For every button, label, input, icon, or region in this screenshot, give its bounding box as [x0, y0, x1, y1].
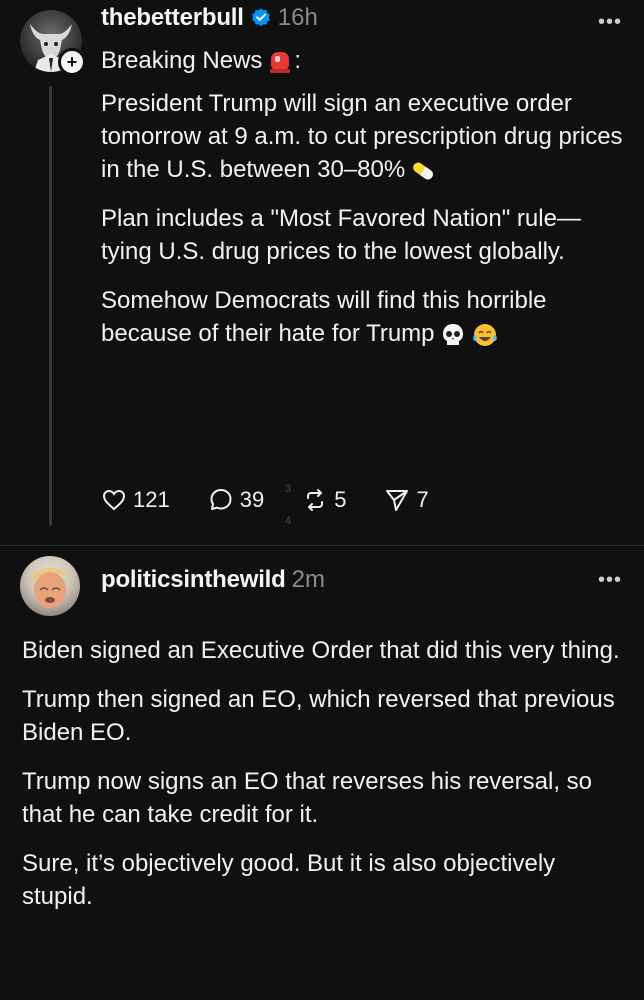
reply-count: 39	[239, 487, 265, 512]
skull-emoji-icon	[439, 321, 467, 349]
tears-of-joy-emoji-icon	[471, 321, 499, 349]
send-icon	[386, 490, 409, 511]
pill-emoji-icon	[409, 157, 437, 185]
post-paragraph: Plan includes a "Most Favored Nation" ru…	[101, 205, 581, 265]
more-options-button[interactable]: •••	[598, 12, 622, 32]
repost-count: 5	[334, 487, 347, 512]
comment-icon	[210, 489, 232, 510]
share-count: 7	[416, 487, 429, 512]
divider	[0, 545, 644, 546]
reply-body: Biden signed an Executive Order that did…	[22, 634, 622, 929]
post-paragraph: Somehow Democrats will find this horribl…	[101, 287, 547, 349]
thread-line	[49, 86, 52, 526]
share-button[interactable]: 7	[384, 487, 429, 513]
like-button[interactable]: 121	[101, 487, 170, 513]
stray-digit: 3	[285, 483, 292, 495]
avatar[interactable]	[20, 556, 80, 616]
verified-badge-icon	[251, 8, 270, 27]
reply-paragraph: Trump now signs an EO that reverses his …	[22, 768, 592, 828]
post-actions: 121 39 5 7	[101, 487, 467, 513]
reply-avatar-icon	[30, 567, 70, 608]
reply-paragraph: Sure, it’s objectively good. But it is a…	[22, 850, 556, 910]
reply-time: 2m	[291, 566, 325, 593]
post-paragraph: President Trump will sign an executive o…	[101, 90, 623, 185]
reply-header: politicsinthewild 2m	[101, 566, 325, 594]
reply-button[interactable]: 39	[208, 487, 264, 513]
post-time: 16h	[277, 4, 318, 31]
author-username[interactable]: thebetterbull	[101, 4, 244, 32]
repost-icon	[307, 489, 324, 511]
follow-button[interactable]: +	[58, 48, 86, 76]
siren-emoji-icon	[266, 48, 294, 76]
reply-paragraph: Trump then signed an EO, which reversed …	[22, 686, 615, 746]
reply-more-options-button[interactable]: •••	[598, 570, 622, 590]
stray-digit: 4	[285, 515, 292, 527]
repost-button[interactable]: 5	[302, 487, 346, 513]
original-post: + thebetterbull 16h ••• Breaking News: P…	[0, 0, 644, 540]
reply-paragraph: Biden signed an Executive Order that did…	[22, 637, 620, 664]
post-body: Breaking News: President Trump will sign…	[101, 44, 630, 366]
reply-post: politicsinthewild 2m ••• Biden signed an…	[0, 550, 644, 1000]
reply-username[interactable]: politicsinthewild	[101, 566, 286, 594]
post-paragraph: Breaking News:	[101, 47, 302, 76]
post-header: thebetterbull 16h	[101, 4, 318, 32]
heart-icon	[102, 489, 126, 511]
like-count: 121	[133, 487, 170, 512]
author-avatar-wrap[interactable]: +	[20, 10, 86, 76]
